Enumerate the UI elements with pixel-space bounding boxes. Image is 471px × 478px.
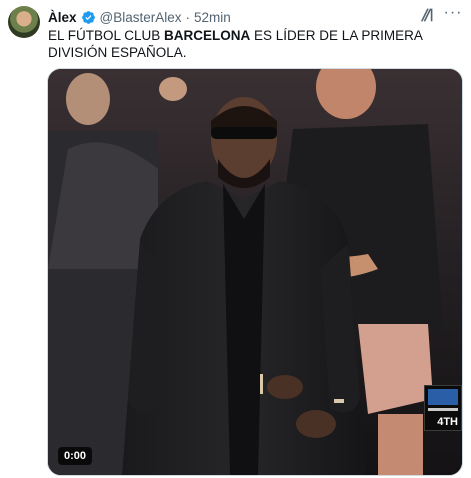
tweet-text-part1: EL FÚTBOL CLUB [48,28,165,43]
tweet-text-bold: BARCELONA [164,28,251,43]
video-timestamp: 0:00 [58,447,93,465]
tweet[interactable]: Àlex @BlasterAlex · 52min ··· EL FÚTBOL … [0,0,471,478]
team-logo-icon [428,389,458,405]
avatar[interactable] [8,6,40,38]
tweet-text: EL FÚTBOL CLUB BARCELONA ES LÍDER DE LA … [48,27,448,61]
tweet-header: Àlex @BlasterAlex · 52min [48,8,231,26]
scorebug-period: 4TH [437,416,458,428]
author-name[interactable]: Àlex [48,10,77,25]
separator-dot: · [185,9,191,25]
verified-badge-icon [81,10,95,24]
more-icon[interactable]: ··· [443,5,463,24]
video-frame [48,69,462,475]
scorebug: 4TH [424,385,462,431]
grok-icon[interactable] [419,6,437,24]
author-handle[interactable]: @BlasterAlex [100,10,182,25]
video-player[interactable]: 4TH 0:00 [47,68,463,476]
timestamp-link[interactable]: 52min [194,10,231,25]
scorebug-divider [428,408,458,411]
